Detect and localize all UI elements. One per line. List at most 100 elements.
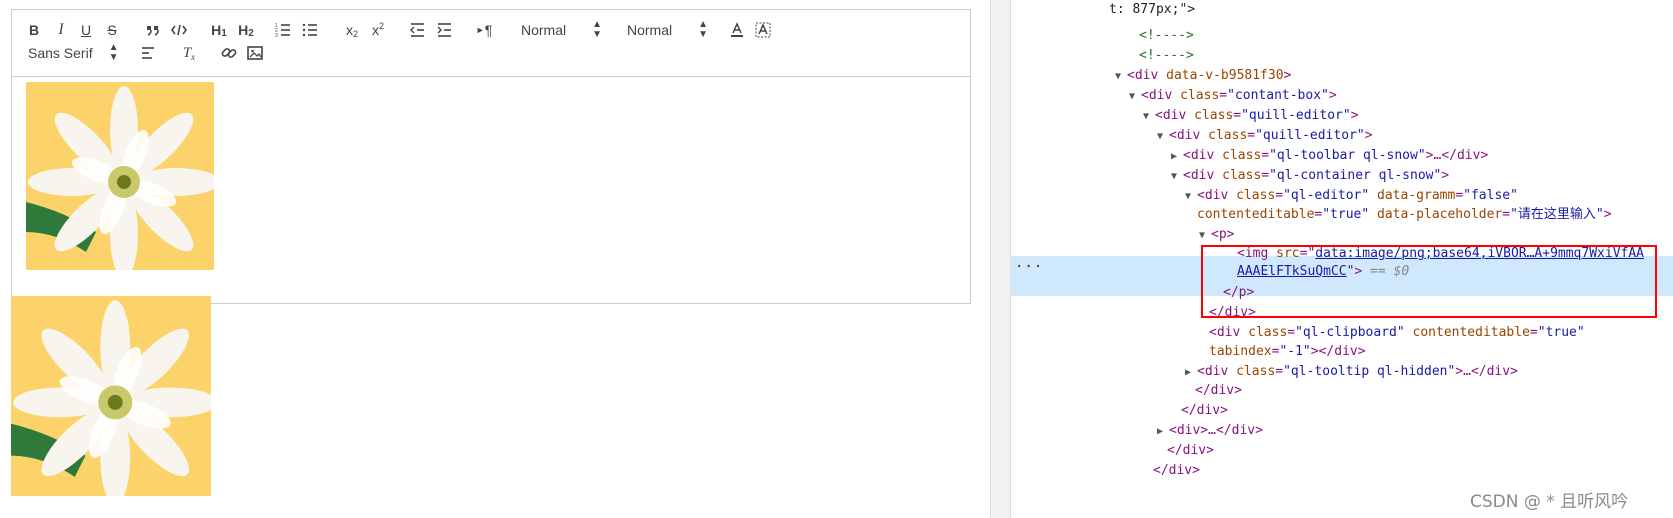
- dom-line[interactable]: </div>: [1181, 401, 1228, 421]
- code-block-button[interactable]: [170, 20, 188, 40]
- text-direction-button[interactable]: ► ¶: [474, 20, 494, 40]
- dom-line[interactable]: contenteditable="true" data-placeholder=…: [1197, 205, 1612, 225]
- dom-attr-name: class: [1194, 108, 1234, 123]
- svg-text:3: 3: [275, 33, 278, 39]
- dom-attr-value: "quill-editor": [1255, 128, 1365, 143]
- subscript-button[interactable]: x2: [343, 20, 361, 40]
- indent-decrease-button[interactable]: [408, 20, 426, 40]
- expand-triangle-icon[interactable]: ▼: [1199, 226, 1211, 246]
- highlight-annotation-box: [1201, 245, 1657, 318]
- dom-attr-name: data-placeholder: [1377, 207, 1503, 222]
- dom-line[interactable]: ▼ <div class="quill-editor">: [1157, 126, 1373, 146]
- dom-line[interactable]: </div>: [1195, 381, 1242, 401]
- italic-icon: I: [58, 21, 64, 38]
- dom-line[interactable]: ▼ <div class="contant-box">: [1129, 86, 1337, 106]
- panel-divider[interactable]: [990, 0, 1011, 518]
- dom-equals: =: [1287, 325, 1296, 340]
- more-options-icon[interactable]: ···: [1015, 259, 1043, 275]
- dom-line[interactable]: ▼ <div data-v-b9581f30>: [1115, 66, 1292, 86]
- dom-text: <!---->: [1139, 48, 1194, 63]
- editor-panel: B I U S H1 H2 123 x2 x2 ► ¶ Normal ▲ ▼ N…: [0, 0, 1000, 518]
- align-button[interactable]: [139, 43, 157, 63]
- dom-tag: <div>: [1169, 423, 1209, 438]
- dom-tag-end: >: [1328, 88, 1337, 103]
- dom-attr-value: "请在这里输入": [1510, 207, 1604, 222]
- collapse-triangle-icon[interactable]: ▶: [1185, 363, 1197, 383]
- dom-attr-value: "-1": [1279, 344, 1311, 359]
- dom-line[interactable]: </div>: [1167, 441, 1214, 461]
- dom-equals: =: [1455, 188, 1464, 203]
- bold-button[interactable]: B: [26, 20, 42, 40]
- expand-triangle-icon[interactable]: ▼: [1115, 67, 1127, 87]
- expand-triangle-icon[interactable]: ▼: [1129, 87, 1141, 107]
- dom-attr-name: class: [1248, 325, 1288, 340]
- font-picker[interactable]: Sans Serif ▲ ▼: [28, 43, 119, 63]
- dom-attr-value: "true": [1537, 325, 1585, 340]
- dom-line[interactable]: ▼ <div class="quill-editor">: [1143, 106, 1359, 126]
- text-color-button[interactable]: [728, 20, 746, 40]
- outdent-icon: [410, 23, 424, 37]
- dom-tag: <p>: [1211, 227, 1235, 242]
- blockquote-icon: [147, 26, 159, 36]
- dom-equals: =: [1502, 207, 1511, 222]
- dom-attr-value: "ql-toolbar ql-snow": [1269, 148, 1426, 163]
- dom-tag-end: >: [1283, 68, 1292, 83]
- dom-attr-name: class: [1222, 148, 1262, 163]
- dom-tag: <div: [1209, 325, 1249, 340]
- bullet-list-button[interactable]: [301, 20, 319, 40]
- font-picker-label: Sans Serif: [28, 45, 93, 61]
- link-icon: [221, 48, 237, 58]
- dom-attr-name: contenteditable: [1197, 207, 1315, 222]
- size-picker[interactable]: Normal ▲ ▼: [521, 20, 602, 40]
- header-picker[interactable]: Normal ▲ ▼: [627, 20, 708, 40]
- superscript-button[interactable]: x2: [369, 20, 387, 40]
- collapse-triangle-icon[interactable]: ▶: [1171, 147, 1183, 167]
- subscript-icon: x: [345, 22, 353, 38]
- background-color-button[interactable]: [754, 20, 772, 40]
- header-picker-label: Normal: [627, 22, 673, 38]
- dom-attr-name: class: [1222, 168, 1262, 183]
- dom-tag-end: >…</div>: [1425, 148, 1489, 163]
- clean-format-button[interactable]: Tx: [180, 43, 198, 63]
- rendered-image-preview: [11, 296, 211, 496]
- dom-tag: <div: [1197, 364, 1237, 379]
- dom-attr-name: class: [1208, 128, 1248, 143]
- editor-toolbar: B I U S H1 H2 123 x2 x2 ► ¶ Normal ▲ ▼ N…: [12, 10, 970, 77]
- dom-line[interactable]: ▼ <div class="ql-editor" data-gramm="fals…: [1185, 186, 1518, 206]
- dom-space: [1369, 207, 1377, 222]
- dom-line[interactable]: <!---->: [1139, 46, 1194, 66]
- updown-icon: ▲ ▼: [592, 19, 603, 40]
- dom-line[interactable]: ▶ <div class="ql-toolbar ql-snow">…</div>: [1171, 146, 1489, 166]
- dom-attr-value: "ql-container ql-snow": [1269, 168, 1442, 183]
- header-1-button[interactable]: H1: [208, 20, 230, 40]
- header-2-button[interactable]: H2: [235, 20, 257, 40]
- indent-increase-button[interactable]: [435, 20, 453, 40]
- dom-equals: =: [1275, 188, 1284, 203]
- dom-line[interactable]: tabindex="-1"></div>: [1209, 342, 1366, 362]
- editor-content[interactable]: [12, 77, 970, 303]
- italic-button[interactable]: I: [53, 20, 69, 40]
- expand-triangle-icon[interactable]: ▼: [1185, 187, 1197, 207]
- collapse-triangle-icon[interactable]: ▶: [1157, 422, 1169, 442]
- expand-triangle-icon[interactable]: ▼: [1171, 167, 1183, 187]
- dom-line[interactable]: </div>: [1153, 461, 1200, 481]
- dom-tag-end: >: [1350, 108, 1359, 123]
- dom-line[interactable]: ▶ <div class="ql-tooltip ql-hidden">…</di…: [1185, 362, 1518, 382]
- dom-line[interactable]: ▼ <p>: [1199, 225, 1235, 245]
- link-button[interactable]: [220, 43, 238, 63]
- dom-line[interactable]: <!---->: [1139, 26, 1194, 46]
- blockquote-button[interactable]: [144, 20, 162, 40]
- expand-triangle-icon[interactable]: ▼: [1157, 127, 1169, 147]
- dom-line[interactable]: ▼ <div class="ql-container ql-snow">: [1171, 166, 1449, 186]
- expand-triangle-icon[interactable]: ▼: [1143, 107, 1155, 127]
- dom-line[interactable]: <div class="ql-clipboard" contenteditabl…: [1209, 323, 1585, 343]
- dom-line[interactable]: t: 877px;">: [1109, 0, 1195, 20]
- ordered-list-button[interactable]: 123: [274, 20, 292, 40]
- strike-button[interactable]: S: [104, 20, 120, 40]
- image-button[interactable]: [246, 43, 264, 63]
- dom-equals: =: [1261, 148, 1270, 163]
- dom-tag-end: >: [1603, 207, 1612, 222]
- dom-line[interactable]: ▶ <div>…</div>: [1157, 421, 1263, 441]
- superscript-icon: x: [371, 22, 379, 38]
- underline-button[interactable]: U: [78, 20, 94, 40]
